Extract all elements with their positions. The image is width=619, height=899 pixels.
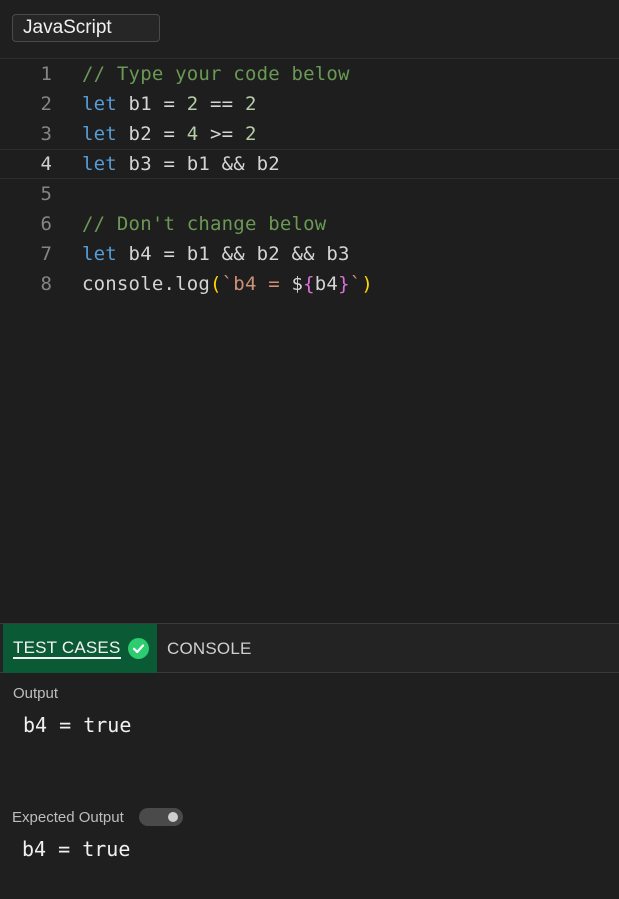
- expected-output-label: Expected Output: [12, 809, 124, 826]
- code-token: b4: [314, 273, 339, 295]
- line-number: 3: [40, 123, 52, 145]
- expected-output-value: b4 = true: [22, 837, 131, 861]
- code-line[interactable]: 7 let b4 = b1 && b2 && b3: [0, 239, 619, 269]
- code-token: `: [349, 273, 362, 295]
- tab-console[interactable]: CONSOLE: [167, 639, 252, 659]
- code-text: let b3 = b1 && b2: [82, 150, 280, 178]
- line-number: 6: [40, 213, 52, 235]
- code-line[interactable]: 3 let b2 = 4 >= 2: [0, 119, 619, 149]
- line-number: 8: [40, 273, 52, 295]
- code-line[interactable]: 6 // Don't change below: [0, 209, 619, 239]
- code-token: ): [361, 273, 373, 295]
- line-number: 4: [40, 153, 52, 175]
- code-token: 2: [244, 93, 257, 115]
- code-token: console.log: [82, 273, 211, 295]
- code-token: 2: [244, 123, 257, 145]
- code-token: let: [82, 93, 117, 115]
- bottom-panel-tabs: TEST CASES CONSOLE: [0, 623, 619, 673]
- toggle-knob: [168, 812, 178, 822]
- expected-output-toggle[interactable]: [139, 808, 183, 826]
- code-token: 4: [186, 123, 199, 145]
- code-token: 2: [186, 93, 199, 115]
- code-token: {: [303, 273, 315, 295]
- code-token: // Type your code below: [82, 63, 350, 85]
- editor-toolbar: JavaScript: [0, 0, 619, 59]
- code-token: // Don't change below: [82, 213, 327, 235]
- line-number: 7: [40, 243, 52, 265]
- code-token: let: [82, 153, 117, 175]
- code-token: b2 =: [116, 123, 187, 145]
- code-token: `b4 =: [221, 273, 292, 295]
- code-token: b1 =: [116, 93, 187, 115]
- code-text: // Don't change below: [82, 209, 326, 239]
- code-text: let b2 = 4 >= 2: [82, 119, 257, 149]
- code-token: b4 = b1 && b2 && b3: [116, 243, 350, 265]
- code-token: let: [82, 243, 117, 265]
- code-line[interactable]: 8 console.log(`b4 = ${b4}`): [0, 269, 619, 299]
- check-circle-icon: [128, 638, 149, 659]
- line-number: 1: [40, 63, 52, 85]
- code-token: }: [338, 273, 350, 295]
- output-value: b4 = true: [23, 713, 132, 737]
- code-line[interactable]: 1 // Type your code below: [0, 59, 619, 89]
- output-label: Output: [13, 685, 59, 702]
- code-editor[interactable]: 1// Type your code below 2 let b1 = 2 == 2…: [0, 59, 619, 623]
- line-number: 5: [40, 183, 52, 205]
- code-text: // Type your code below: [82, 59, 350, 89]
- code-token: ==: [198, 93, 245, 115]
- code-text: console.log(`b4 = ${b4}`): [82, 269, 373, 299]
- code-token: $: [291, 273, 304, 295]
- code-token: >=: [198, 123, 245, 145]
- code-line[interactable]: 5: [0, 179, 619, 209]
- code-text: let b4 = b1 && b2 && b3: [82, 239, 350, 269]
- line-number: 2: [40, 93, 52, 115]
- code-line[interactable]: 4 let b3 = b1 && b2: [0, 149, 619, 179]
- code-line[interactable]: 2 let b1 = 2 == 2: [0, 89, 619, 119]
- code-token: let: [82, 123, 117, 145]
- language-select[interactable]: JavaScript: [12, 14, 160, 42]
- tab-test-cases-label: TEST CASES: [13, 638, 121, 659]
- tab-test-cases[interactable]: TEST CASES: [3, 624, 157, 673]
- code-token: (: [210, 273, 222, 295]
- code-token: b3 = b1 && b2: [116, 153, 280, 175]
- code-text: let b1 = 2 == 2: [82, 89, 257, 119]
